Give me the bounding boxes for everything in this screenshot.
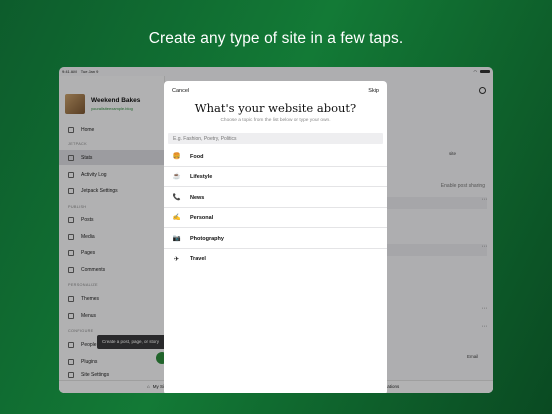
topic-photography[interactable]: 📷 Photography (164, 229, 387, 249)
topic-personal[interactable]: ✍ Personal (164, 208, 387, 228)
topic-food[interactable]: 🍔 Food (164, 147, 387, 167)
headline: Create any type of site in a few taps. (148, 30, 404, 47)
coffee-icon: ☕ (172, 173, 181, 180)
topic-modal: Cancel Skip What's your website about? C… (164, 81, 387, 393)
skip-button[interactable]: Skip (368, 88, 379, 94)
topic-label: Photography (190, 235, 224, 242)
phone-icon: 📞 (172, 194, 181, 201)
tablet-screen: 9:41 AM Tue Jan 9 ◠ Weekend Bakes youral… (59, 67, 493, 393)
topic-travel[interactable]: ✈ Travel (164, 249, 387, 269)
camera-icon: 📷 (172, 235, 181, 242)
pencil-icon: ✍ (172, 214, 181, 221)
modal-title: What's your website about? (194, 101, 357, 115)
topic-label: News (190, 194, 205, 201)
topic-label: Food (190, 153, 204, 160)
topic-label: Travel (190, 256, 206, 262)
modal-subtitle: Choose a topic from the list below or ty… (220, 118, 331, 123)
cancel-button[interactable]: Cancel (172, 88, 189, 94)
topic-lifestyle[interactable]: ☕ Lifestyle (164, 167, 387, 187)
topic-search-input[interactable] (168, 133, 383, 144)
topic-news[interactable]: 📞 News (164, 188, 387, 208)
topic-label: Lifestyle (190, 173, 213, 180)
topic-label: Personal (190, 214, 214, 221)
airplane-icon: ✈ (173, 255, 180, 263)
food-icon: 🍔 (172, 153, 181, 160)
